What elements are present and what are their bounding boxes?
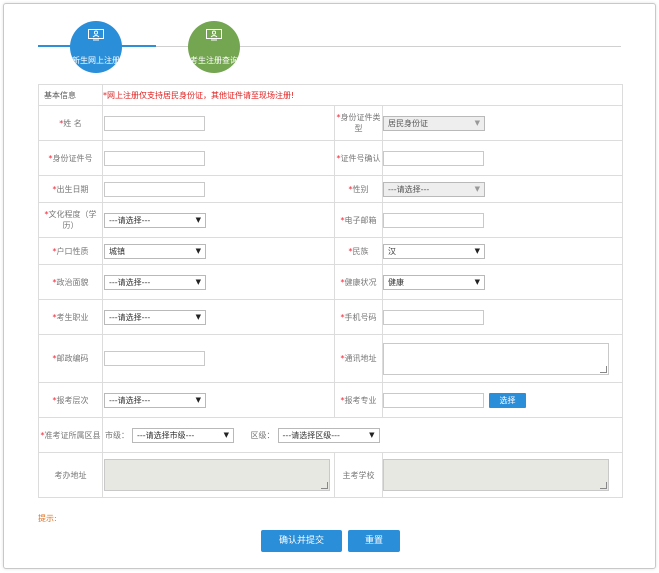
label-household: *户口性质 (38, 237, 103, 265)
chevron-down-icon: ▼ (195, 215, 201, 224)
email-input[interactable] (383, 212, 484, 228)
monitor-user-icon (88, 29, 104, 41)
label-exam-office: 考办地址 (38, 452, 103, 498)
label-education: *文化程度（学历） (38, 202, 103, 238)
label-address: *通讯地址 (334, 334, 383, 383)
label-birth-date: *出生日期 (38, 175, 103, 203)
chevron-down-icon: ▼ (474, 118, 480, 127)
step-label: 新生网上注册 (72, 56, 120, 65)
phone-input[interactable] (383, 309, 484, 325)
id-type-select: 居民身份证 ▼ (383, 115, 485, 131)
chevron-down-icon: ▼ (474, 246, 480, 255)
chevron-down-icon: ▼ (195, 395, 201, 404)
registration-notice: *网上注册仅支持居民身份证，其他证件请至现场注册! (101, 84, 624, 106)
chevron-down-icon: ▼ (369, 430, 375, 439)
ethnicity-select[interactable]: 汉 ▼ (383, 243, 485, 259)
section-title: 基本信息 (38, 84, 103, 106)
id-confirm-input[interactable] (383, 150, 484, 166)
step-registration-query[interactable]: 考生注册查询 (188, 21, 240, 73)
label-name: *姓 名 (38, 105, 103, 141)
resize-grip-icon (321, 482, 328, 489)
hint-text: 提示: (38, 514, 57, 523)
level-select[interactable]: ---请选择--- ▼ (104, 392, 206, 408)
city-label: 市级： (105, 430, 129, 440)
occupation-select[interactable]: ---请选择--- ▼ (104, 309, 206, 325)
major-input[interactable] (383, 392, 484, 408)
address-textarea[interactable] (383, 342, 609, 375)
chevron-down-icon: ▼ (474, 184, 480, 193)
label-phone: *手机号码 (334, 299, 383, 335)
education-select[interactable]: ---请选择--- ▼ (104, 212, 206, 228)
label-level: *报考层次 (38, 382, 103, 418)
label-occupation: *考生职业 (38, 299, 103, 335)
gender-select[interactable]: ---请选择--- ▼ (383, 181, 485, 197)
select-major-button[interactable]: 选择 (489, 392, 526, 408)
name-input[interactable] (104, 115, 205, 131)
political-select[interactable]: ---请选择--- ▼ (104, 274, 206, 290)
postcode-input[interactable] (104, 351, 205, 366)
chevron-down-icon: ▼ (223, 430, 229, 439)
submit-button[interactable]: 确认并提交 (261, 530, 342, 552)
resize-grip-icon (600, 482, 607, 489)
birth-date-input[interactable] (104, 181, 205, 197)
registration-form: 基本信息 *网上注册仅支持居民身份证，其他证件请至现场注册! *姓 名 *身份证… (38, 84, 624, 498)
label-political: *政治面貌 (38, 264, 103, 300)
school-textarea (383, 459, 609, 491)
label-id-confirm: *证件号确认 (334, 140, 383, 176)
exam-office-textarea (104, 459, 330, 491)
label-major: *报考专业 (334, 382, 383, 418)
reset-button[interactable]: 重置 (348, 530, 400, 552)
chevron-down-icon: ▼ (474, 277, 480, 286)
chevron-down-icon: ▼ (195, 246, 201, 255)
label-region: *准考证所属区县 (38, 417, 103, 453)
label-health: *健康状况 (334, 264, 383, 300)
step-new-registration[interactable]: 新生网上注册 (70, 21, 122, 73)
label-school: 主考学校 (334, 452, 383, 498)
chevron-down-icon: ▼ (195, 312, 201, 321)
district-label: 区级： (250, 430, 275, 440)
id-number-input[interactable] (104, 150, 205, 166)
monitor-user-icon (206, 29, 222, 41)
label-id-type: *身份证件类型 (334, 105, 383, 141)
chevron-down-icon: ▼ (195, 277, 201, 286)
label-ethnicity: *民族 (334, 237, 383, 265)
step-label: 考生注册查询 (190, 56, 238, 65)
health-select[interactable]: 健康 ▼ (383, 274, 485, 290)
label-postcode: *邮政编码 (38, 334, 103, 383)
label-id-number: *身份证件号 (38, 140, 103, 176)
city-select[interactable]: ---请选择市级--- ▼ (132, 427, 234, 443)
label-email: *电子邮箱 (334, 202, 383, 238)
district-select[interactable]: ---请选择区级--- ▼ (277, 427, 380, 443)
resize-grip-icon (600, 365, 607, 373)
household-select[interactable]: 城镇 ▼ (104, 243, 206, 259)
label-gender: *性别 (334, 175, 383, 203)
